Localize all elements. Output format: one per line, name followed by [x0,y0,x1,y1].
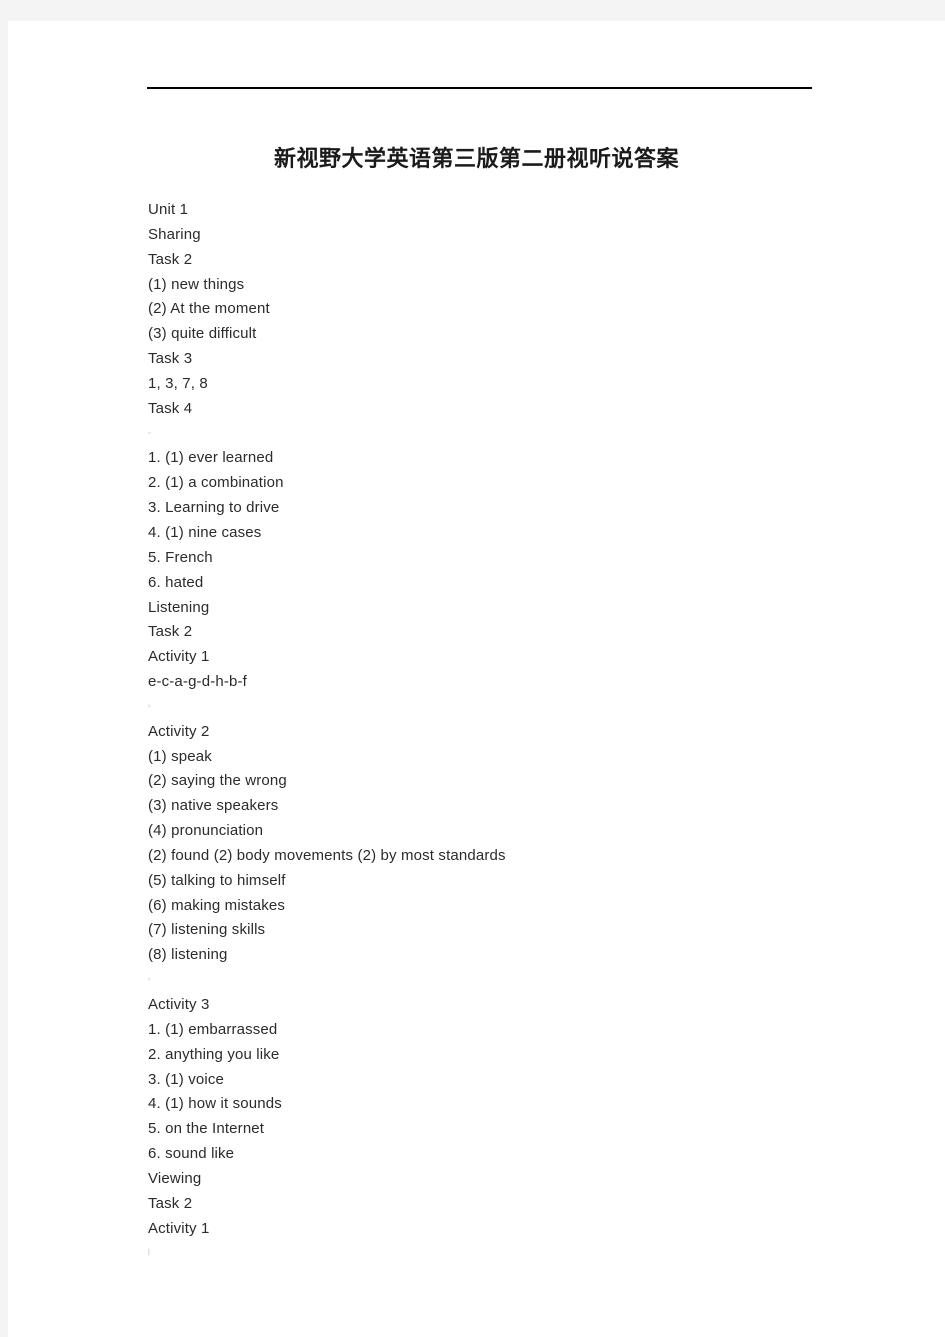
section-heading: Sharing [148,225,201,243]
section-heading: Activity 2 [148,722,210,740]
answer-line: 1, 3, 7, 8 [148,374,208,392]
answer-line: (2) found (2) body movements (2) by most… [148,846,506,864]
header-rule [147,87,812,89]
answer-line: 3. (1) voice [148,1070,224,1088]
answer-line: (3) quite difficult [148,325,257,343]
answer-line: (8) listening [148,946,228,964]
section-heading: Task 4 [148,399,193,417]
answer-line: 1. (1) ever learned [148,449,274,467]
answer-line: (5) talking to himself [148,871,286,889]
answer-line: 2. anything you like [148,1045,280,1063]
scan-artifact: ‹ [148,976,151,984]
scan-artifact: | [148,1249,150,1257]
answer-line: (1) new things [148,275,245,293]
section-heading: Unit 1 [148,201,189,218]
scan-artifact: ▫ [148,429,151,437]
answer-line: 4. (1) how it sounds [148,1095,282,1113]
answer-line: (6) making mistakes [148,896,286,914]
answer-line: 4. (1) nine cases [148,523,262,541]
section-heading: Listening [148,598,210,616]
answer-line: (4) pronunciation [148,822,264,840]
scan-artifact: › [148,702,151,710]
section-heading: Task 2 [148,250,193,268]
section-heading: Activity 1 [148,1219,210,1237]
answer-line: 6. sound like [148,1145,235,1163]
answer-line: 2. (1) a combination [148,474,284,492]
section-heading: Viewing [148,1169,202,1187]
answer-line: e-c-a-g-d-h-b-f [148,673,247,691]
section-heading: Task 2 [148,1194,193,1212]
answer-line: (2) At the moment [148,300,270,318]
answer-line: 1. (1) embarrassed [148,1020,278,1038]
answer-line: 5. on the Internet [148,1120,265,1138]
answer-key-body: Unit 1 Sharing Task 2 (1) new things (2) At … [148,198,848,1266]
answer-line: (7) listening skills [148,921,266,939]
page-title: 新视野大学英语第三版第二册视听说答案 [273,146,679,171]
document-page: 新视野大学英语第三版第二册视听说答案 Unit 1 Sharing Task 2 (1… [8,21,945,1337]
section-heading: Task 2 [148,623,193,641]
answer-line: 5. French [148,548,213,566]
section-heading: Activity 1 [148,648,210,666]
answer-line: (3) native speakers [148,797,279,815]
answer-line: (1) speak [148,747,212,765]
section-heading: Activity 3 [148,996,210,1013]
section-heading: Task 3 [148,350,193,368]
answer-line: 6. hated [148,573,204,591]
answer-line: (2) saying the wrong [148,772,287,790]
answer-line: 3. Learning to drive [148,499,280,517]
